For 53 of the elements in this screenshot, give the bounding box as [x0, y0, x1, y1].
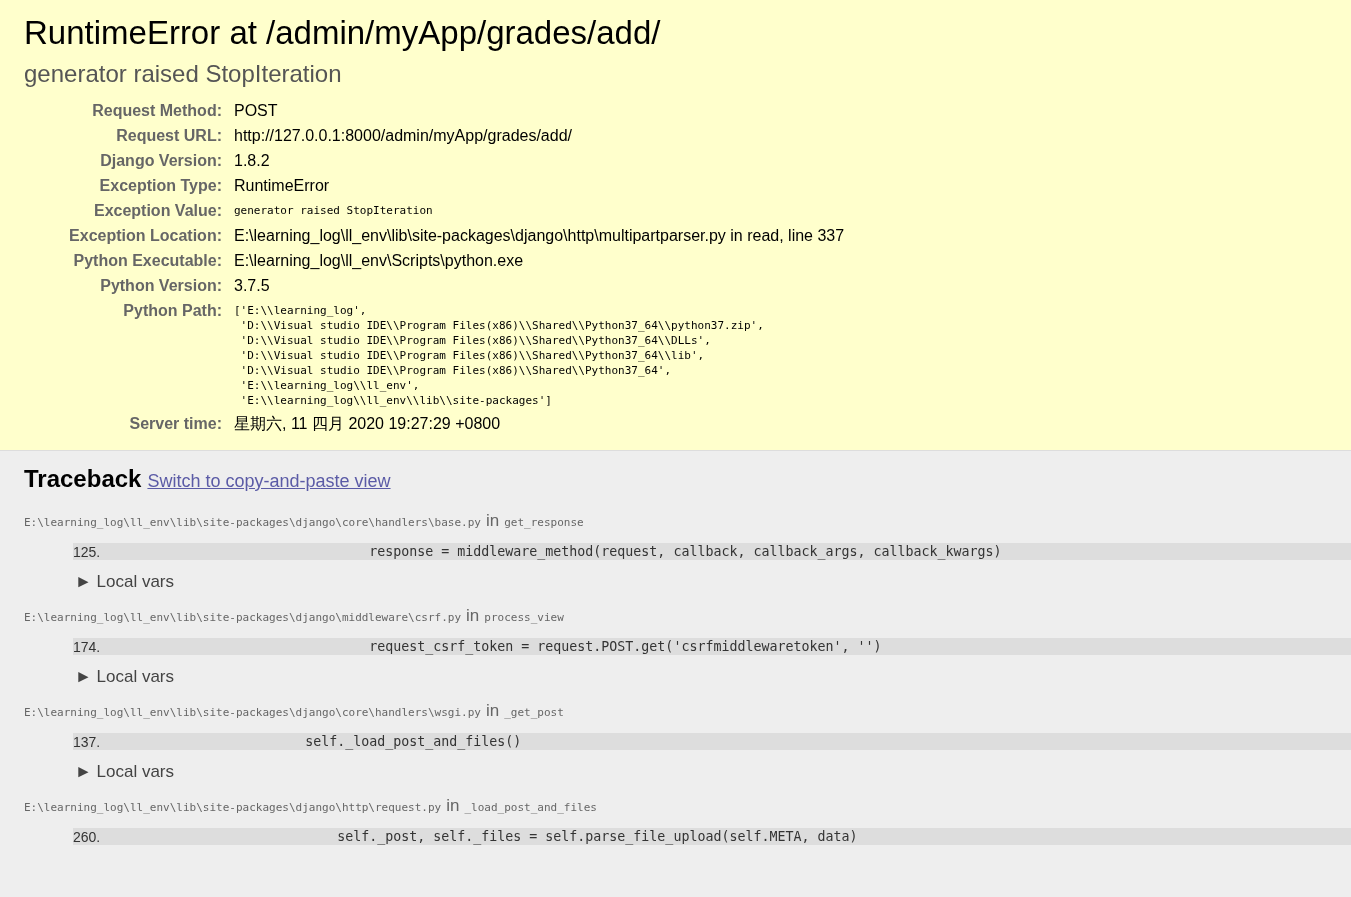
- field-label: Exception Type:: [98, 176, 222, 196]
- line-number: 260.: [73, 828, 102, 845]
- path-entry: ['E:\\learning_log',: [234, 303, 368, 318]
- field-label: Server time:: [128, 414, 222, 434]
- path-entry: 'D:\\Visual studio IDE\\Program Files(x86)\\Shared\\Python37_64\\python37.zip',: [239, 318, 765, 333]
- file-path: E:\learning_log\ll_env\lib\site-packages\django\http\request.py: [24, 801, 442, 814]
- function-name: get_response: [504, 516, 584, 529]
- path-entry: 'E:\\learning_log\\ll_env',: [239, 378, 421, 393]
- field-value: E:\learning_log\ll_env\lib\site-packages\django\http\multipartparser.py in read, line 337: [234, 226, 846, 246]
- line-number: 174.: [73, 638, 102, 655]
- local-vars-toggle[interactable]: ► Local vars: [75, 667, 175, 687]
- in-label: in: [485, 511, 500, 530]
- function-name: _get_post: [504, 706, 564, 719]
- function-name: process_view: [484, 611, 564, 624]
- in-label: in: [466, 606, 480, 625]
- code-text: request_csrf_token = request.POST.get('csrfmiddlewaretoken', ''): [368, 639, 882, 654]
- field-value: 星期六, 11 四月 2020 19:27:29 +0800: [234, 414, 502, 434]
- field-label: Request URL:: [115, 126, 222, 146]
- field-label: Python Executable:: [72, 251, 222, 271]
- in-label: in: [446, 796, 460, 815]
- field-label: Request Method:: [91, 101, 222, 121]
- file-path: E:\learning_log\ll_env\lib\site-packages\django\middleware\csrf.py: [24, 611, 462, 624]
- error-message: generator raised StopIteration: [24, 60, 343, 88]
- field-label: Exception Value:: [92, 201, 222, 221]
- field-value: POST: [234, 101, 279, 121]
- field-value: 3.7.5: [234, 276, 271, 296]
- field-label: Python Path:: [122, 301, 222, 321]
- local-vars-toggle[interactable]: ► Local vars: [75, 762, 175, 782]
- field-value: E:\learning_log\ll_env\Scripts\python.exe: [234, 251, 525, 271]
- code-text: self._load_post_and_files(): [304, 734, 522, 749]
- function-name: _load_post_and_files: [464, 801, 597, 814]
- field-value: http://127.0.0.1:8000/admin/myApp/grades/add/: [234, 126, 573, 146]
- in-label: in: [485, 701, 500, 720]
- line-number: 137.: [73, 733, 102, 750]
- code-text: self._post, self._files = self.parse_file_upload(self.META, data): [336, 829, 858, 844]
- line-number: 125.: [73, 543, 102, 560]
- path-entry: 'D:\\Visual studio IDE\\Program Files(x86)\\Shared\\Python37_64\\lib',: [239, 348, 706, 363]
- path-entry: 'E:\\learning_log\\ll_env\\lib\\site-packages']: [239, 393, 553, 408]
- field-label: Django Version:: [99, 151, 222, 171]
- code-text: response = middleware_method(request, callback, callback_args, callback_kwargs): [368, 544, 1002, 559]
- file-path: E:\learning_log\ll_env\lib\site-packages\django\core\handlers\base.py: [24, 516, 481, 529]
- local-vars-toggle[interactable]: ► Local vars: [75, 572, 175, 592]
- field-value: generator raised StopIteration: [234, 203, 434, 219]
- field-label: Python Version:: [99, 276, 222, 296]
- section-heading: Traceback: [24, 465, 142, 492]
- error-title: RuntimeError at /admin/myApp/grades/add/: [24, 14, 662, 52]
- field-label: Exception Location:: [68, 226, 222, 246]
- path-entry: 'D:\\Visual studio IDE\\Program Files(x86)\\Shared\\Python37_64\\DLLs',: [239, 333, 712, 348]
- switch-view-link[interactable]: Switch to copy-and-paste view: [147, 471, 391, 491]
- path-entry: 'D:\\Visual studio IDE\\Program Files(x86)\\Shared\\Python37_64',: [239, 363, 673, 378]
- file-path: E:\learning_log\ll_env\lib\site-packages\django\core\handlers\wsgi.py: [24, 706, 481, 719]
- field-value: RuntimeError: [234, 176, 331, 196]
- field-value: 1.8.2: [234, 151, 271, 171]
